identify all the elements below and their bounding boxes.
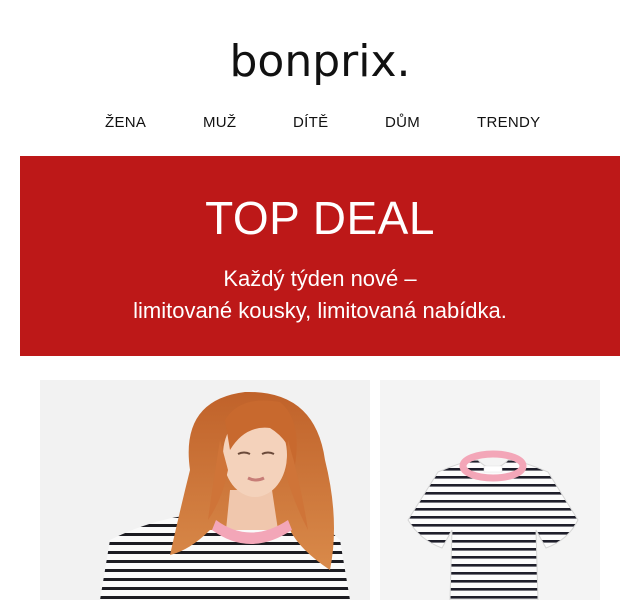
nav-item-zena[interactable]: ŽENA bbox=[105, 112, 146, 134]
nav-item-dum[interactable]: DŮM bbox=[385, 112, 420, 134]
nav-item-muz[interactable]: MUŽ bbox=[203, 112, 236, 134]
banner-subtitle-line2: limitované kousky, limitovaná nabídka. bbox=[133, 298, 507, 323]
bonprix-logo[interactable]: bonprix. bbox=[0, 34, 640, 90]
model-photo[interactable] bbox=[40, 380, 370, 600]
tshirt-photo[interactable] bbox=[380, 380, 600, 600]
nav-item-trendy[interactable]: TRENDY bbox=[477, 112, 540, 134]
model-photo-icon bbox=[40, 380, 370, 600]
banner-subtitle-line1: Každý týden nové – bbox=[223, 266, 417, 291]
banner-title: TOP DEAL bbox=[205, 192, 435, 244]
nav-item-dite[interactable]: DÍTĚ bbox=[293, 112, 328, 134]
main-navigation: ŽENA MUŽ DÍTĚ DŮM TRENDY bbox=[0, 112, 640, 134]
top-deal-banner[interactable]: TOP DEAL Každý týden nové – limitované k… bbox=[20, 156, 620, 356]
striped-tshirt-icon bbox=[380, 380, 600, 600]
